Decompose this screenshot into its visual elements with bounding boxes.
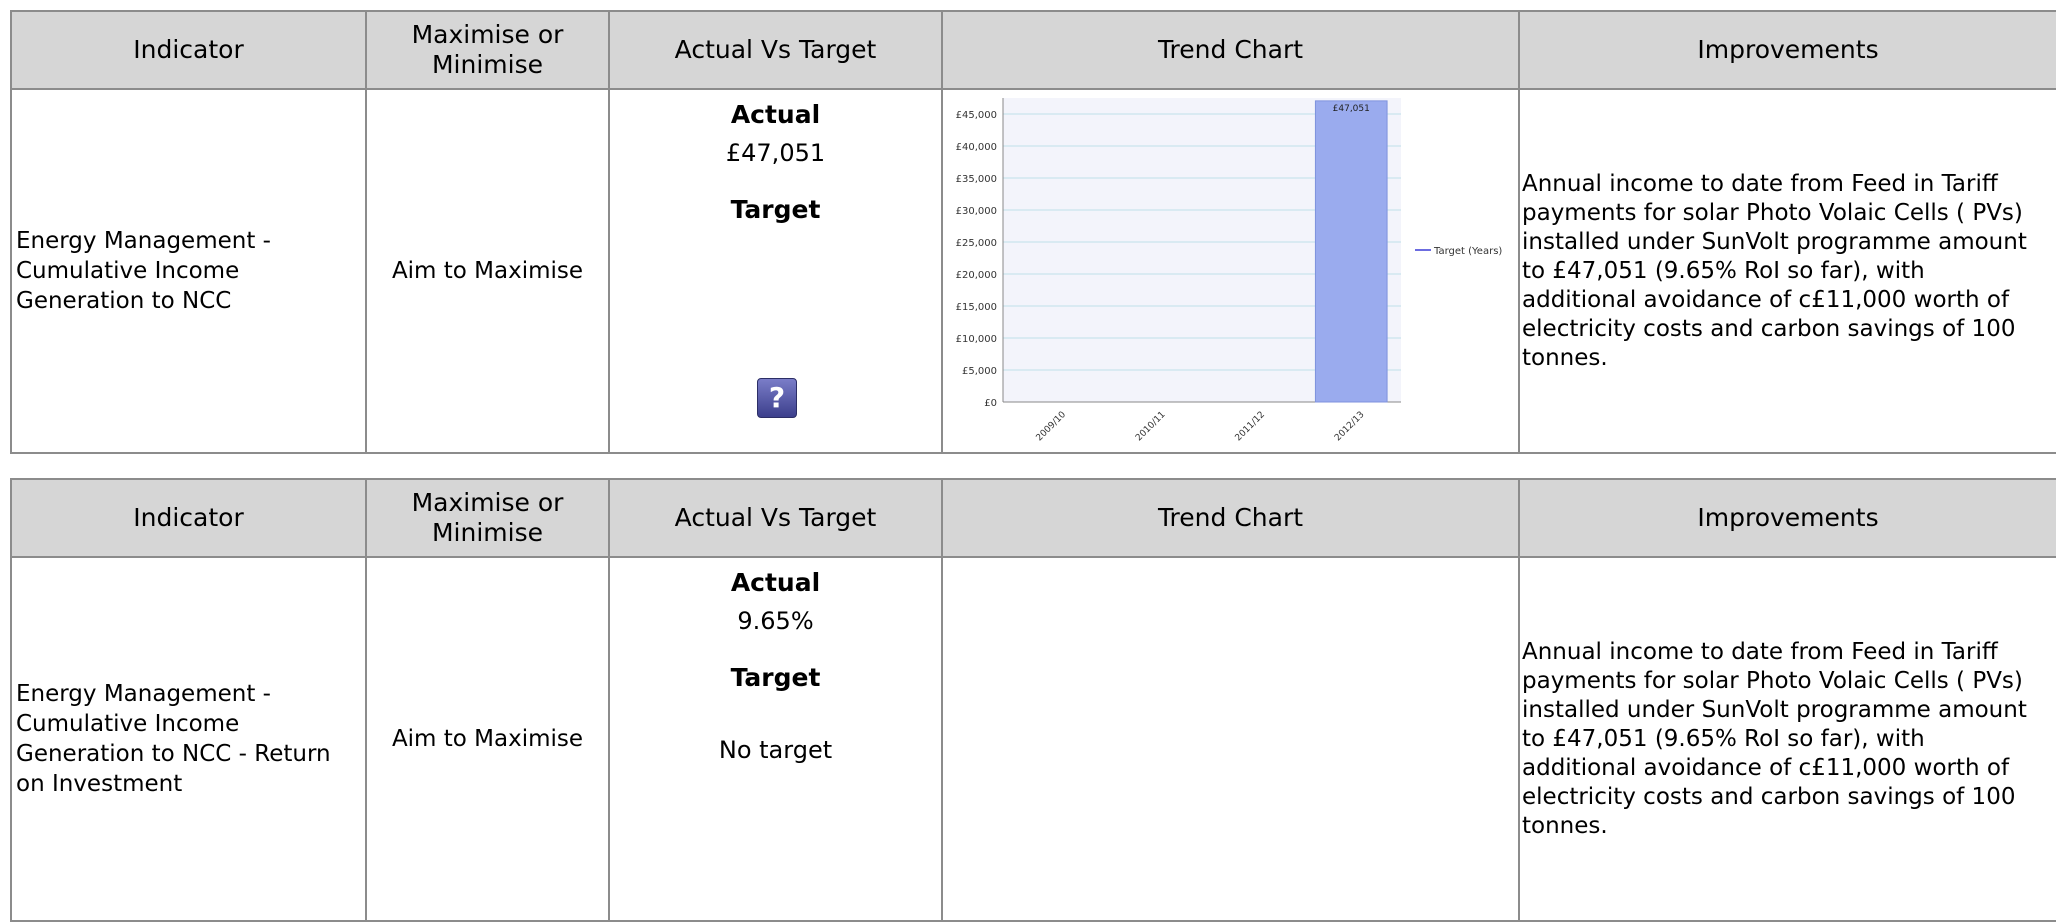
col-maxmin-line1: Maximise or [411,20,564,49]
col-trend-chart: Trend Chart [941,478,1520,558]
improvement-line: electricity costs and carbon savings of … [1522,315,2016,342]
indicator-line: Cumulative Income [16,258,240,284]
indicator-line: Cumulative Income [16,711,240,737]
legend-label: Target (Years) [1433,246,1502,257]
improvement-line: to £47,051 (9.65% RoI so far), with [1522,725,1925,752]
x-tick-label: 2011/12 [1234,410,1268,444]
col-actual-vs-target: Actual Vs Target [608,10,943,90]
improvements-cell: Annual income to date from Feed in Tarif… [1518,556,2056,922]
col-trend-chart: Trend Chart [941,10,1520,90]
trend-chart-cell-empty [941,556,1520,922]
actual-label: Actual [730,568,821,597]
x-tick-label: 2009/10 [1035,410,1069,444]
actual-value: 9.65% [737,607,814,635]
improvement-line: additional avoidance of c£11,000 worth o… [1522,754,2010,781]
col-indicator: Indicator [10,478,367,558]
table-row: Energy Management - Cumulative Income Ge… [10,556,2056,922]
col-improvements: Improvements [1518,478,2056,558]
col-indicator: Indicator [10,10,367,90]
y-tick-label: £20,000 [956,270,997,281]
indicator-line: Energy Management - [16,681,271,707]
question-mark-icon[interactable]: ? [757,378,797,418]
improvement-line: Annual income to date from Feed in Tarif… [1522,170,1998,197]
col-maximise-minimise: Maximise or Minimise [365,10,610,90]
col-improvements: Improvements [1518,10,2056,90]
actual-vs-target-cell: Actual 9.65% Target No target [608,556,943,922]
improvement-line: Annual income to date from Feed in Tarif… [1522,638,1998,665]
maxmin-cell: Aim to Maximise [365,88,610,454]
table-row: Energy Management - Cumulative Income Ge… [10,88,2056,454]
x-tick-label: 2012/13 [1333,410,1367,444]
y-tick-label: £45,000 [956,110,997,121]
improvements-cell: Annual income to date from Feed in Tarif… [1518,88,2056,454]
col-maxmin-line2: Minimise [431,518,543,547]
indicator-line: Generation to NCC - Return [16,741,331,767]
improvement-line: tonnes. [1522,812,1608,839]
improvement-line: payments for solar Photo Volaic Cells ( … [1522,667,2023,694]
bar-data-label: £47,051 [1333,104,1370,114]
improvement-line: tonnes. [1522,344,1608,371]
trend-chart-cell: £0 £5,000 £10,000 £15,000 £20,000 £25,000 £30,… [941,88,1520,454]
actual-vs-target-cell: Actual £47,051 Target ? [608,88,943,454]
indicator-line: Generation to NCC [16,288,232,314]
trend-chart: £0 £5,000 £10,000 £15,000 £20,000 £25,000 £30,… [956,98,1502,444]
y-tick-label: £30,000 [956,206,997,217]
header-row: Indicator Maximise or Minimise Actual Vs… [10,478,2056,558]
y-tick-label: £10,000 [956,334,997,345]
bar [1314,100,1388,403]
y-tick-label: £5,000 [962,366,997,377]
y-tick-label: £15,000 [956,302,997,313]
y-tick-label: £0 [984,398,997,409]
maxmin-cell: Aim to Maximise [365,556,610,922]
improvement-line: installed under SunVolt programme amount [1522,228,2027,255]
improvement-line: additional avoidance of c£11,000 worth o… [1522,286,2010,313]
col-maximise-minimise: Maximise or Minimise [365,478,610,558]
actual-value: £47,051 [725,139,826,167]
improvement-line: electricity costs and carbon savings of … [1522,783,2016,810]
y-tick-label: £40,000 [956,142,997,153]
y-tick-label: £35,000 [956,174,997,185]
target-label: Target [730,195,821,224]
indicator-cell: Energy Management - Cumulative Income Ge… [10,88,367,454]
indicator-line: Energy Management - [16,228,271,254]
target-label: Target [730,663,821,692]
actual-label: Actual [730,100,821,129]
col-actual-vs-target: Actual Vs Target [608,478,943,558]
col-maxmin-line2: Minimise [431,50,543,79]
improvement-line: to £47,051 (9.65% RoI so far), with [1522,257,1925,284]
improvement-line: installed under SunVolt programme amount [1522,696,2027,723]
x-tick-label: 2010/11 [1134,410,1168,444]
y-tick-label: £25,000 [956,238,997,249]
header-row: Indicator Maximise or Minimise Actual Vs… [10,10,2056,90]
kpi-table-2: Indicator Maximise or Minimise Actual Vs… [10,478,2056,922]
col-maxmin-line1: Maximise or [411,488,564,517]
kpi-table-1: Indicator Maximise or Minimise Actual Vs… [10,10,2056,454]
target-value: No target [718,736,833,764]
improvement-line: payments for solar Photo Volaic Cells ( … [1522,199,2023,226]
indicator-line: on Investment [16,771,183,797]
indicator-cell: Energy Management - Cumulative Income Ge… [10,556,367,922]
